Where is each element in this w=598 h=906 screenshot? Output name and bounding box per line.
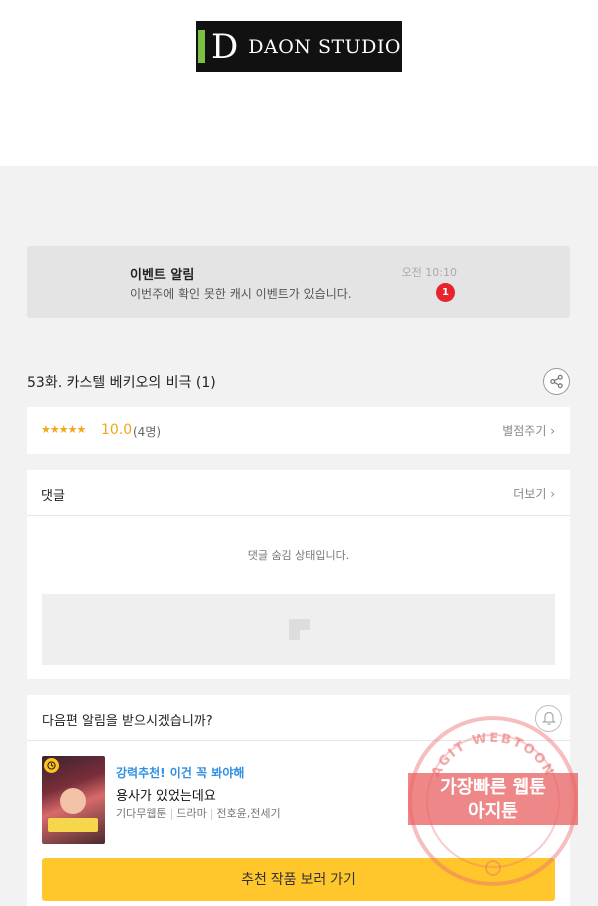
recommendation-meta: 기다무웹툰 | 드라마 | 전호윤,전세기 [116, 805, 281, 821]
comments-hidden-message: 댓글 숨김 상태입니다. [247, 549, 350, 562]
event-time: 오전 10:10 [401, 266, 457, 279]
rating-score: 10.0 [101, 422, 133, 438]
logo-mark: D [211, 26, 239, 67]
bell-icon [541, 711, 556, 725]
comments-title: 댓글 [41, 489, 65, 504]
meta-separator: | [169, 807, 174, 820]
wait-free-clock-icon [44, 758, 59, 773]
recommendation-genre: 드라마 [176, 807, 207, 820]
event-notification[interactable]: 이벤트 알림 이번주에 확인 못한 캐시 이벤트가 있습니다. 오전 10:10… [27, 246, 570, 318]
comments-card: 댓글 더보기 › 댓글 숨김 상태입니다. [27, 470, 570, 679]
notify-bell-button[interactable] [535, 705, 562, 732]
comments-more-link[interactable]: 더보기 › [513, 485, 555, 502]
share-button[interactable] [543, 368, 570, 395]
logo-accent-bar [198, 30, 205, 63]
watermark-band: 가장빠른 웹툰 아지툰 [408, 773, 578, 825]
rating-count: (4명) [133, 425, 162, 439]
recommendation-thumbnail[interactable] [42, 756, 105, 844]
logo-text: DAON STUDIO [248, 35, 401, 58]
comments-header: 댓글 더보기 › [27, 470, 570, 516]
event-badge: 1 [436, 283, 455, 302]
episode-title: 53화. 카스텔 베키오의 비극 (1) [27, 375, 216, 391]
recommendation-authors: 전호윤,전세기 [216, 807, 281, 820]
event-description: 이번주에 확인 못한 캐시 이벤트가 있습니다. [130, 287, 352, 301]
recommendation-tag: 강력추천! 이건 꼭 봐야해 [116, 766, 245, 780]
rating-card: ★★★★★ 10.0 (4명) 별점주기 › [27, 407, 570, 454]
thumbnail-title-art [48, 818, 98, 832]
recommendation-genre: 기다무웹툰 [116, 807, 167, 820]
view-recommendation-button[interactable]: 추천 작품 보러 가기 [42, 858, 555, 901]
daon-studio-logo[interactable]: D DAON STUDIO [196, 21, 402, 72]
ad-placeholder[interactable] [42, 594, 555, 665]
ad-placeholder-icon [289, 619, 310, 640]
rate-button[interactable]: 별점주기 › [502, 422, 555, 439]
share-icon [550, 374, 563, 389]
rating-stars: ★★★★★ [41, 423, 86, 436]
event-title: 이벤트 알림 [130, 268, 195, 283]
next-episode-question: 다음편 알림을 받으시겠습니까? [42, 714, 213, 729]
watermark-line2: 아지툰 [468, 801, 518, 822]
next-episode-header: 다음편 알림을 받으시겠습니까? [27, 695, 570, 741]
header-area: D DAON STUDIO [0, 0, 598, 166]
recommendation-title[interactable]: 용사가 있었는데요 [116, 785, 216, 804]
watermark-line1: 가장빠른 웹툰 [440, 777, 546, 798]
thumbnail-character [60, 788, 86, 814]
meta-separator: | [209, 807, 214, 820]
